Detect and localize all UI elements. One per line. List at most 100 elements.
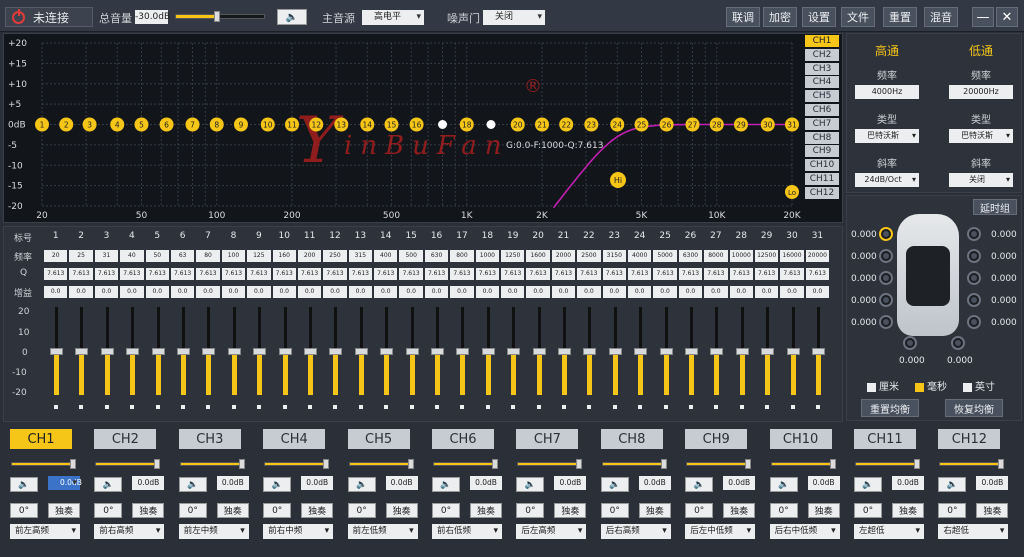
channel-volume-thumb[interactable] [492,459,498,469]
speaker-icon[interactable] [879,315,893,329]
slider-thumb[interactable] [481,348,495,355]
link-button[interactable]: 联调 [726,7,760,27]
channel-solo-button[interactable]: 独奏 [470,503,502,518]
band-q-input[interactable]: 7.613 [602,268,626,280]
band-q-input[interactable]: 7.613 [551,268,576,280]
band-frequency-input[interactable]: 1250 [501,250,525,262]
band-gain-slider-17[interactable] [456,307,470,411]
channel-solo-button[interactable]: 独奏 [723,503,756,518]
band-frequency-input[interactable]: 100 [221,250,246,262]
channel-output-select[interactable]: 前右低频 [432,524,502,539]
delay-group-button[interactable]: 延时组 [973,199,1017,215]
channel-select-button[interactable]: CH7 [516,429,579,449]
slider-thumb[interactable] [507,348,521,355]
slider-thumb[interactable] [202,348,216,355]
delay-value-bottom-2[interactable]: 0.000 [947,356,973,366]
band-q-input[interactable]: 7.613 [221,268,246,280]
channel-gain-input[interactable]: 0.0dB [638,476,671,490]
band-gain-slider-9[interactable] [253,307,267,411]
band-frequency-input[interactable]: 8000 [704,250,728,262]
band-gain-input[interactable]: 0.0 [69,286,93,298]
band-frequency-input[interactable]: 50 [145,250,169,262]
band-q-input[interactable]: 7.613 [374,268,398,280]
band-frequency-input[interactable]: 20 [44,250,68,262]
unit-ms-option[interactable]: 毫秒 [915,378,947,393]
band-gain-slider-7[interactable] [202,307,216,411]
channel-volume-thumb[interactable] [70,459,76,469]
band-gain-slider-6[interactable] [177,307,190,411]
band-gain-input[interactable]: 0.0 [247,286,271,298]
slider-thumb[interactable] [583,348,597,355]
channel-list-item-ch3[interactable]: CH3 [805,62,839,75]
band-gain-slider-3[interactable] [100,307,114,411]
band-frequency-input[interactable]: 315 [348,250,373,262]
channel-phase-button[interactable]: 0° [600,503,629,518]
band-q-input[interactable]: 7.613 [424,268,449,280]
band-gain-input[interactable]: 0.0 [272,286,296,298]
connection-button[interactable]: 未连接 [5,7,93,27]
channel-mute-button[interactable]: 🔈 [263,477,292,492]
channel-gain-input[interactable]: 0.0dB [723,476,756,490]
channel-volume-thumb[interactable] [154,459,161,469]
speaker-icon[interactable] [879,249,893,263]
band-gain-input[interactable]: 0.0 [94,286,119,298]
channel-select-button[interactable]: CH3 [178,429,241,449]
band-q-input[interactable]: 7.613 [120,268,144,280]
channel-select-button[interactable]: CH12 [938,429,1001,449]
band-frequency-input[interactable]: 500 [399,250,423,262]
channel-output-select[interactable]: 后右高频 [600,524,671,539]
channel-solo-button[interactable]: 独奏 [48,503,80,518]
channel-volume-thumb[interactable] [323,459,330,469]
mixer-button[interactable]: 混音 [924,7,958,27]
channel-select-button[interactable]: CH1 [10,429,72,449]
band-q-input[interactable]: 7.613 [754,268,779,280]
band-q-input[interactable]: 7.613 [348,268,373,280]
channel-volume-slider[interactable] [11,459,76,469]
channel-volume-thumb[interactable] [998,459,1005,469]
band-frequency-input[interactable]: 5000 [653,250,677,262]
channel-volume-thumb[interactable] [407,459,414,469]
speaker-icon[interactable] [967,249,981,263]
channel-list-item-ch4[interactable]: CH4 [805,76,839,89]
channel-solo-button[interactable]: 独奏 [132,503,165,518]
eq-graph[interactable]: +20 +15 +10 +5 0dB -5 -10 -15 -20 20 50 100 200 500 1K… [3,33,843,223]
band-gain-slider-16[interactable] [431,307,444,411]
file-button[interactable]: 文件 [841,7,875,27]
unit-ms-checkbox[interactable] [915,382,924,392]
encrypt-button[interactable]: 加密 [763,7,797,27]
band-gain-slider-12[interactable] [329,307,343,411]
channel-mute-button[interactable]: 🔈 [10,477,38,492]
unit-cm-checkbox[interactable] [867,382,876,392]
band-gain-slider-28[interactable] [735,307,749,411]
unit-inch-checkbox[interactable] [963,382,972,392]
band-q-input[interactable]: 7.613 [399,268,423,280]
band-gain-input[interactable]: 0.0 [221,286,246,298]
band-q-input[interactable]: 7.613 [475,268,500,280]
channel-volume-slider[interactable] [770,459,836,469]
channel-list-item-ch5[interactable]: CH5 [805,90,839,103]
slider-thumb[interactable] [685,348,698,355]
channel-list-item-ch6[interactable]: CH6 [805,103,839,116]
channel-volume-thumb[interactable] [745,459,752,469]
slider-thumb[interactable] [608,348,622,355]
channel-list-item-ch1[interactable]: CH1 [805,35,839,47]
delay-value-left-2[interactable]: 0.000 [851,252,877,262]
speaker-icon[interactable] [967,227,981,241]
band-gain-input[interactable]: 0.0 [196,286,220,298]
channel-solo-button[interactable]: 独奏 [976,503,1009,518]
band-gain-input[interactable]: 0.0 [602,286,626,298]
channel-solo-button[interactable]: 独奏 [216,503,249,518]
channel-output-select[interactable]: 后右中低频 [769,524,840,539]
band-q-input[interactable]: 7.613 [297,268,322,280]
channel-volume-slider[interactable] [179,459,245,469]
channel-phase-button[interactable]: 0° [10,503,38,518]
channel-gain-input[interactable]: 0.0dB [216,476,249,490]
channel-list-item-ch11[interactable]: CH11 [805,172,839,185]
band-gain-input[interactable]: 0.0 [323,286,347,298]
slider-thumb[interactable] [227,348,241,355]
minimize-button[interactable]: — [972,7,994,27]
band-q-input[interactable]: 7.613 [526,268,550,280]
band-frequency-input[interactable]: 200 [297,250,322,262]
delay-value-left-4[interactable]: 0.000 [851,296,877,306]
band-gain-slider-14[interactable] [380,307,394,411]
